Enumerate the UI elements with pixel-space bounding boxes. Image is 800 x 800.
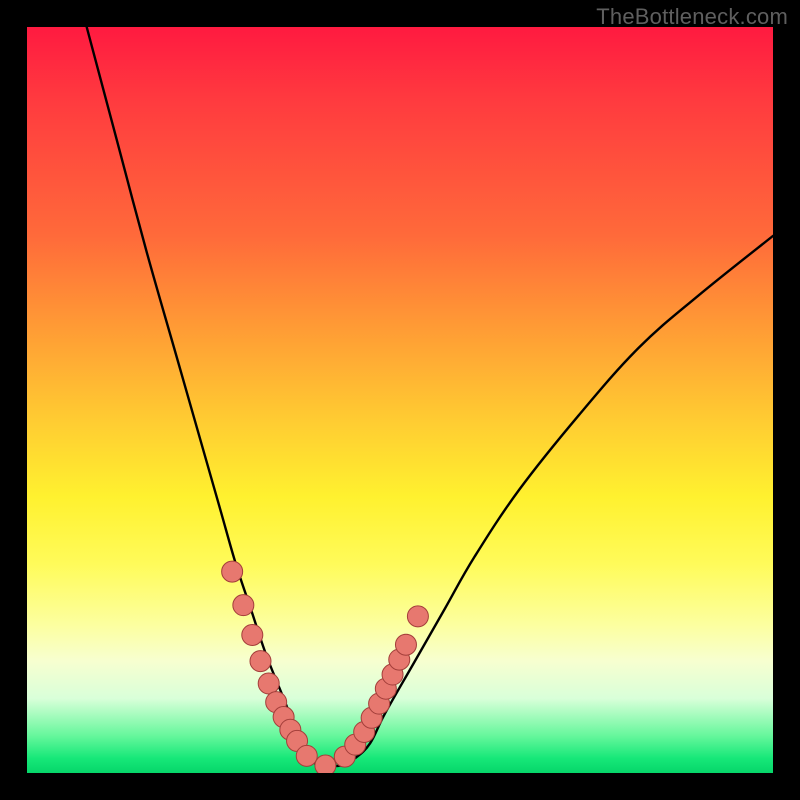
highlight-dot <box>233 595 254 616</box>
highlight-dot <box>315 755 336 773</box>
highlight-dot <box>258 673 279 694</box>
bottleneck-curve <box>87 27 773 766</box>
highlight-dot <box>242 624 263 645</box>
chart-frame: TheBottleneck.com <box>0 0 800 800</box>
highlight-dot <box>395 634 416 655</box>
highlight-dots <box>222 561 429 773</box>
highlight-dot <box>250 651 271 672</box>
highlight-dot <box>296 745 317 766</box>
chart-svg <box>27 27 773 773</box>
highlight-dot <box>222 561 243 582</box>
watermark-text: TheBottleneck.com <box>596 4 788 30</box>
plot-area <box>27 27 773 773</box>
highlight-dot <box>407 606 428 627</box>
